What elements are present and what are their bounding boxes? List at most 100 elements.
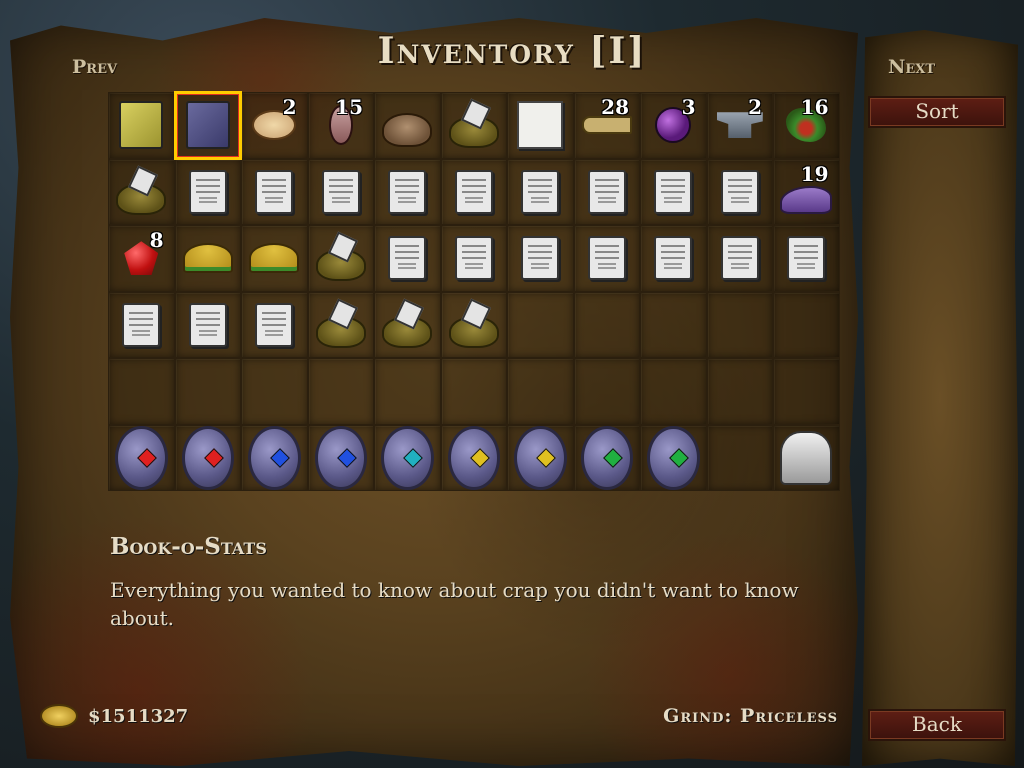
inventory-slot[interactable]	[374, 92, 441, 159]
inventory-slot[interactable]	[573, 158, 640, 225]
taco-icon	[182, 232, 235, 285]
inventory-slot[interactable]	[108, 424, 175, 491]
rune-teal-icon	[381, 425, 434, 490]
inventory-slot[interactable]	[174, 225, 241, 292]
note-icon	[647, 232, 700, 285]
inventory-slot[interactable]	[507, 92, 574, 159]
item-count: 16	[800, 95, 829, 119]
inventory-slot-empty[interactable]	[507, 291, 574, 358]
inventory-slot[interactable]	[440, 424, 507, 491]
inventory-slot[interactable]	[773, 225, 840, 292]
inventory-slot[interactable]	[573, 424, 640, 491]
rune-green-icon	[580, 425, 633, 490]
inventory-slot-empty[interactable]	[640, 358, 707, 425]
side-panel	[862, 30, 1018, 766]
book-o-stats-icon	[182, 99, 235, 152]
rune-red-icon	[115, 425, 168, 490]
note-icon	[581, 166, 634, 219]
inventory-slot[interactable]	[640, 225, 707, 292]
inventory-slot[interactable]	[374, 424, 441, 491]
inventory-slot[interactable]: 28	[573, 92, 640, 159]
inventory-slot[interactable]: 2	[241, 92, 308, 159]
note-icon	[581, 232, 634, 285]
page-title: Inventory [I]	[377, 30, 647, 72]
inventory-slot[interactable]	[307, 158, 374, 225]
inventory-slot[interactable]: 19	[773, 158, 840, 225]
inventory-slot[interactable]	[507, 158, 574, 225]
poop-note-icon	[448, 99, 501, 152]
inventory-slot[interactable]	[440, 291, 507, 358]
rune-green-icon	[647, 425, 700, 490]
inventory-slot-empty[interactable]	[706, 291, 773, 358]
rune-blue-icon	[248, 425, 301, 490]
inventory-slot-empty[interactable]	[374, 358, 441, 425]
inventory-slot-empty[interactable]	[573, 291, 640, 358]
inventory-slot[interactable]	[440, 225, 507, 292]
inventory-slot[interactable]	[174, 158, 241, 225]
note-icon	[381, 232, 434, 285]
inventory-slot-empty[interactable]	[773, 358, 840, 425]
rune-yellow-icon	[514, 425, 567, 490]
inventory-slot[interactable]	[108, 92, 175, 159]
inventory-slot[interactable]	[706, 225, 773, 292]
sort-button[interactable]: Sort	[868, 96, 1006, 128]
inventory-slot-empty[interactable]	[241, 358, 308, 425]
item-count: 15	[335, 95, 363, 119]
inventory-slot[interactable]	[507, 225, 574, 292]
poop-note-icon	[315, 232, 368, 285]
inventory-slot-empty[interactable]	[108, 358, 175, 425]
inventory-slot[interactable]	[507, 424, 574, 491]
inventory-slot-empty[interactable]	[773, 291, 840, 358]
inventory-slot[interactable]: 2	[706, 92, 773, 159]
money-display: $1511327	[40, 704, 188, 728]
grind-value: Grind: Priceless	[663, 705, 838, 727]
inventory-slot[interactable]	[108, 291, 175, 358]
inventory-slot[interactable]	[440, 92, 507, 159]
inventory-slot[interactable]	[307, 424, 374, 491]
rune-blue-icon	[314, 425, 367, 490]
note-icon	[647, 166, 700, 219]
inventory-slot-empty[interactable]	[706, 358, 773, 425]
inventory-slot-empty[interactable]	[307, 358, 374, 425]
note-icon	[514, 166, 567, 219]
inventory-slot-empty[interactable]	[573, 358, 640, 425]
back-button[interactable]: Back	[868, 709, 1006, 741]
inventory-slot[interactable]	[640, 158, 707, 225]
inventory-slot-empty[interactable]	[507, 358, 574, 425]
yellow-book-icon	[115, 99, 168, 152]
inventory-slot-empty[interactable]	[706, 424, 773, 491]
inventory-slot[interactable]	[241, 158, 308, 225]
inventory-slot[interactable]: 15	[307, 92, 374, 159]
inventory-slot[interactable]	[174, 291, 241, 358]
next-button[interactable]: Next	[888, 56, 935, 78]
inventory-slot[interactable]	[374, 225, 441, 292]
inventory-slot[interactable]	[307, 225, 374, 292]
inventory-slot[interactable]: 16	[773, 92, 840, 159]
inventory-slot[interactable]	[307, 291, 374, 358]
inventory-grid: 2 15 28 3 2 16 19 8	[108, 91, 840, 491]
inventory-slot[interactable]	[706, 158, 773, 225]
inventory-slot[interactable]	[241, 291, 308, 358]
inventory-slot[interactable]	[241, 424, 308, 491]
inventory-slot[interactable]: 3	[640, 92, 707, 159]
inventory-slot[interactable]	[108, 158, 175, 225]
poop-note-icon	[381, 299, 434, 352]
note-icon	[248, 299, 301, 352]
inventory-slot[interactable]	[374, 158, 441, 225]
inventory-slot-empty[interactable]	[174, 358, 241, 425]
inventory-slot[interactable]	[440, 158, 507, 225]
inventory-slot[interactable]	[640, 424, 707, 491]
inventory-slot[interactable]: 8	[108, 225, 175, 292]
inventory-slot[interactable]	[174, 424, 241, 491]
inventory-slot[interactable]	[241, 225, 308, 292]
prev-button[interactable]: Prev	[72, 56, 117, 78]
inventory-slot[interactable]	[773, 424, 840, 491]
inventory-slot-empty[interactable]	[440, 358, 507, 425]
money-amount: $1511327	[88, 705, 189, 727]
inventory-slot[interactable]	[573, 225, 640, 292]
inventory-slot-empty[interactable]	[640, 291, 707, 358]
item-count: 2	[748, 95, 762, 119]
inventory-slot[interactable]	[173, 91, 242, 160]
inventory-slot[interactable]	[374, 291, 441, 358]
note-icon	[514, 232, 567, 285]
